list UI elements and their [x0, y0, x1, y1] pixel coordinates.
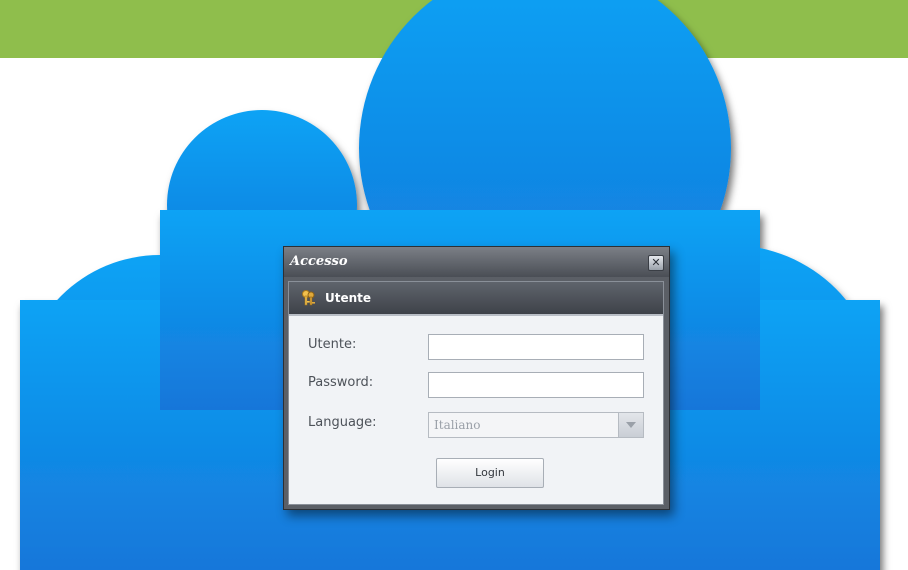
user-label: Utente: [308, 337, 357, 352]
login-button[interactable]: Login [436, 458, 544, 488]
user-field[interactable] [428, 334, 644, 360]
language-select[interactable]: Italiano [428, 412, 644, 438]
panel-title: Utente [325, 291, 372, 305]
language-label: Language: [308, 415, 377, 430]
close-button[interactable]: ✕ [648, 255, 664, 271]
dialog-title: Accesso [290, 254, 348, 269]
password-field[interactable] [428, 372, 644, 398]
panel-header: Utente [289, 282, 663, 316]
dialog-titlebar[interactable]: Accesso ✕ [284, 247, 669, 277]
close-icon: ✕ [651, 256, 661, 269]
login-dialog: Accesso ✕ Utente Utente: Password: Langu… [283, 246, 670, 510]
dropdown-arrow-icon[interactable] [618, 413, 643, 437]
password-label: Password: [308, 375, 374, 390]
login-panel: Utente Utente: Password: Language: Itali… [288, 281, 664, 505]
keys-icon [302, 290, 315, 306]
language-value: Italiano [434, 418, 481, 432]
